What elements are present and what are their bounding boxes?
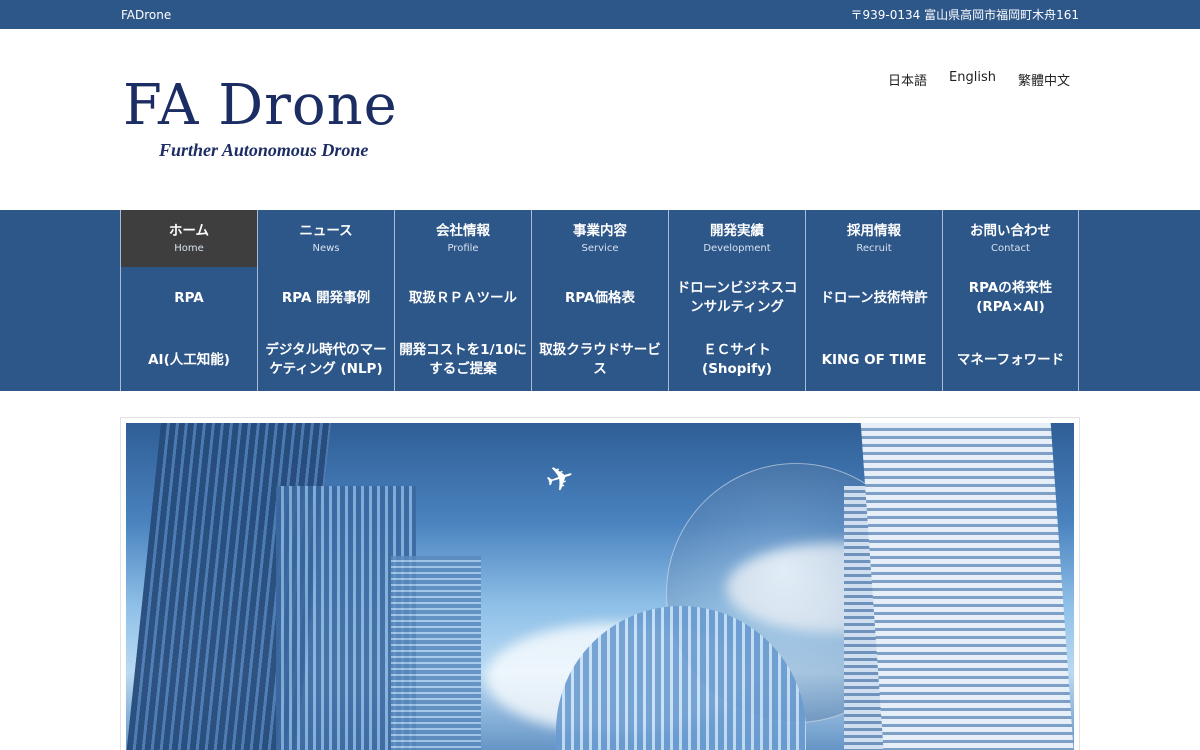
address: 〒939-0134 富山県高岡市福岡町木舟161 [850,8,1080,22]
building [860,423,1074,750]
logo-title: FA Drone [123,73,398,138]
hero-banner: ✈ [120,417,1080,750]
lang-english[interactable]: English [949,70,996,89]
nav-label: 会社情報 [436,223,490,239]
nav-cost-reduction[interactable]: 開発コストを1/10にするご提案 [394,329,531,391]
nav-service[interactable]: 事業内容 Service [531,210,668,267]
nav-label: ホーム [168,223,210,239]
nav-sublabel: News [312,243,340,254]
nav-contact[interactable]: お問い合わせ Contact [942,210,1079,267]
nav-digital-marketing[interactable]: デジタル時代のマーケティング (NLP) [257,329,394,391]
nav-cloud-services[interactable]: 取扱クラウドサービス [531,329,668,391]
nav-sublabel: Contact [991,243,1030,254]
nav-rpa-future[interactable]: RPAの将来性(RPA×AI) [942,267,1079,329]
nav-sublabel: Recruit [856,243,892,254]
nav-recruit[interactable]: 採用情報 Recruit [805,210,942,267]
nav-label: 開発実績 [710,223,764,239]
nav-label: 事業内容 [573,223,627,239]
nav-label: お問い合わせ [970,223,1051,239]
nav-home[interactable]: ホーム Home [120,210,257,267]
language-switcher: 日本語 English 繁體中文 [888,70,1070,89]
nav-sublabel: Profile [447,243,479,254]
nav-label: 採用情報 [847,223,901,239]
nav-rpa[interactable]: RPA [120,267,257,329]
nav-profile[interactable]: 会社情報 Profile [394,210,531,267]
nav-rpa-pricing[interactable]: RPA価格表 [531,267,668,329]
nav-ai[interactable]: AI(人工知能) [120,329,257,391]
nav-rpa-cases[interactable]: RPA 開発事例 [257,267,394,329]
hero-image: ✈ [126,423,1074,750]
main-nav: ホーム Home ニュース News 会社情報 Profile 事業内容 Service… [0,210,1200,391]
logo-subtitle: Further Autonomous Drone [159,140,369,160]
lang-traditional-chinese[interactable]: 繁體中文 [1018,70,1070,89]
nav-money-forward[interactable]: マネーフォワード [942,329,1079,391]
nav-development[interactable]: 開発実績 Development [668,210,805,267]
nav-drone-consulting[interactable]: ドローンビジネスコンサルティング [668,267,805,329]
nav-sublabel: Development [703,243,771,254]
building [391,556,481,750]
logo[interactable]: FA Drone Further Autonomous Drone [123,78,398,161]
lang-japanese[interactable]: 日本語 [888,70,927,89]
nav-king-of-time[interactable]: KING OF TIME [805,329,942,391]
nav-drone-patents[interactable]: ドローン技術特許 [805,267,942,329]
nav-rpa-tools[interactable]: 取扱ＲＰＡツール [394,267,531,329]
nav-ec-site[interactable]: ＥＣサイト(Shopify) [668,329,805,391]
top-bar: FADrone 〒939-0134 富山県高岡市福岡町木舟161 [0,0,1200,29]
site-name: FADrone [121,7,172,22]
header: FA Drone Further Autonomous Drone 日本語 En… [120,29,1080,210]
nav-label: ニュース [299,223,353,239]
nav-sublabel: Home [174,243,204,254]
airplane-icon: ✈ [540,455,580,503]
nav-sublabel: Service [581,243,619,254]
nav-news[interactable]: ニュース News [257,210,394,267]
